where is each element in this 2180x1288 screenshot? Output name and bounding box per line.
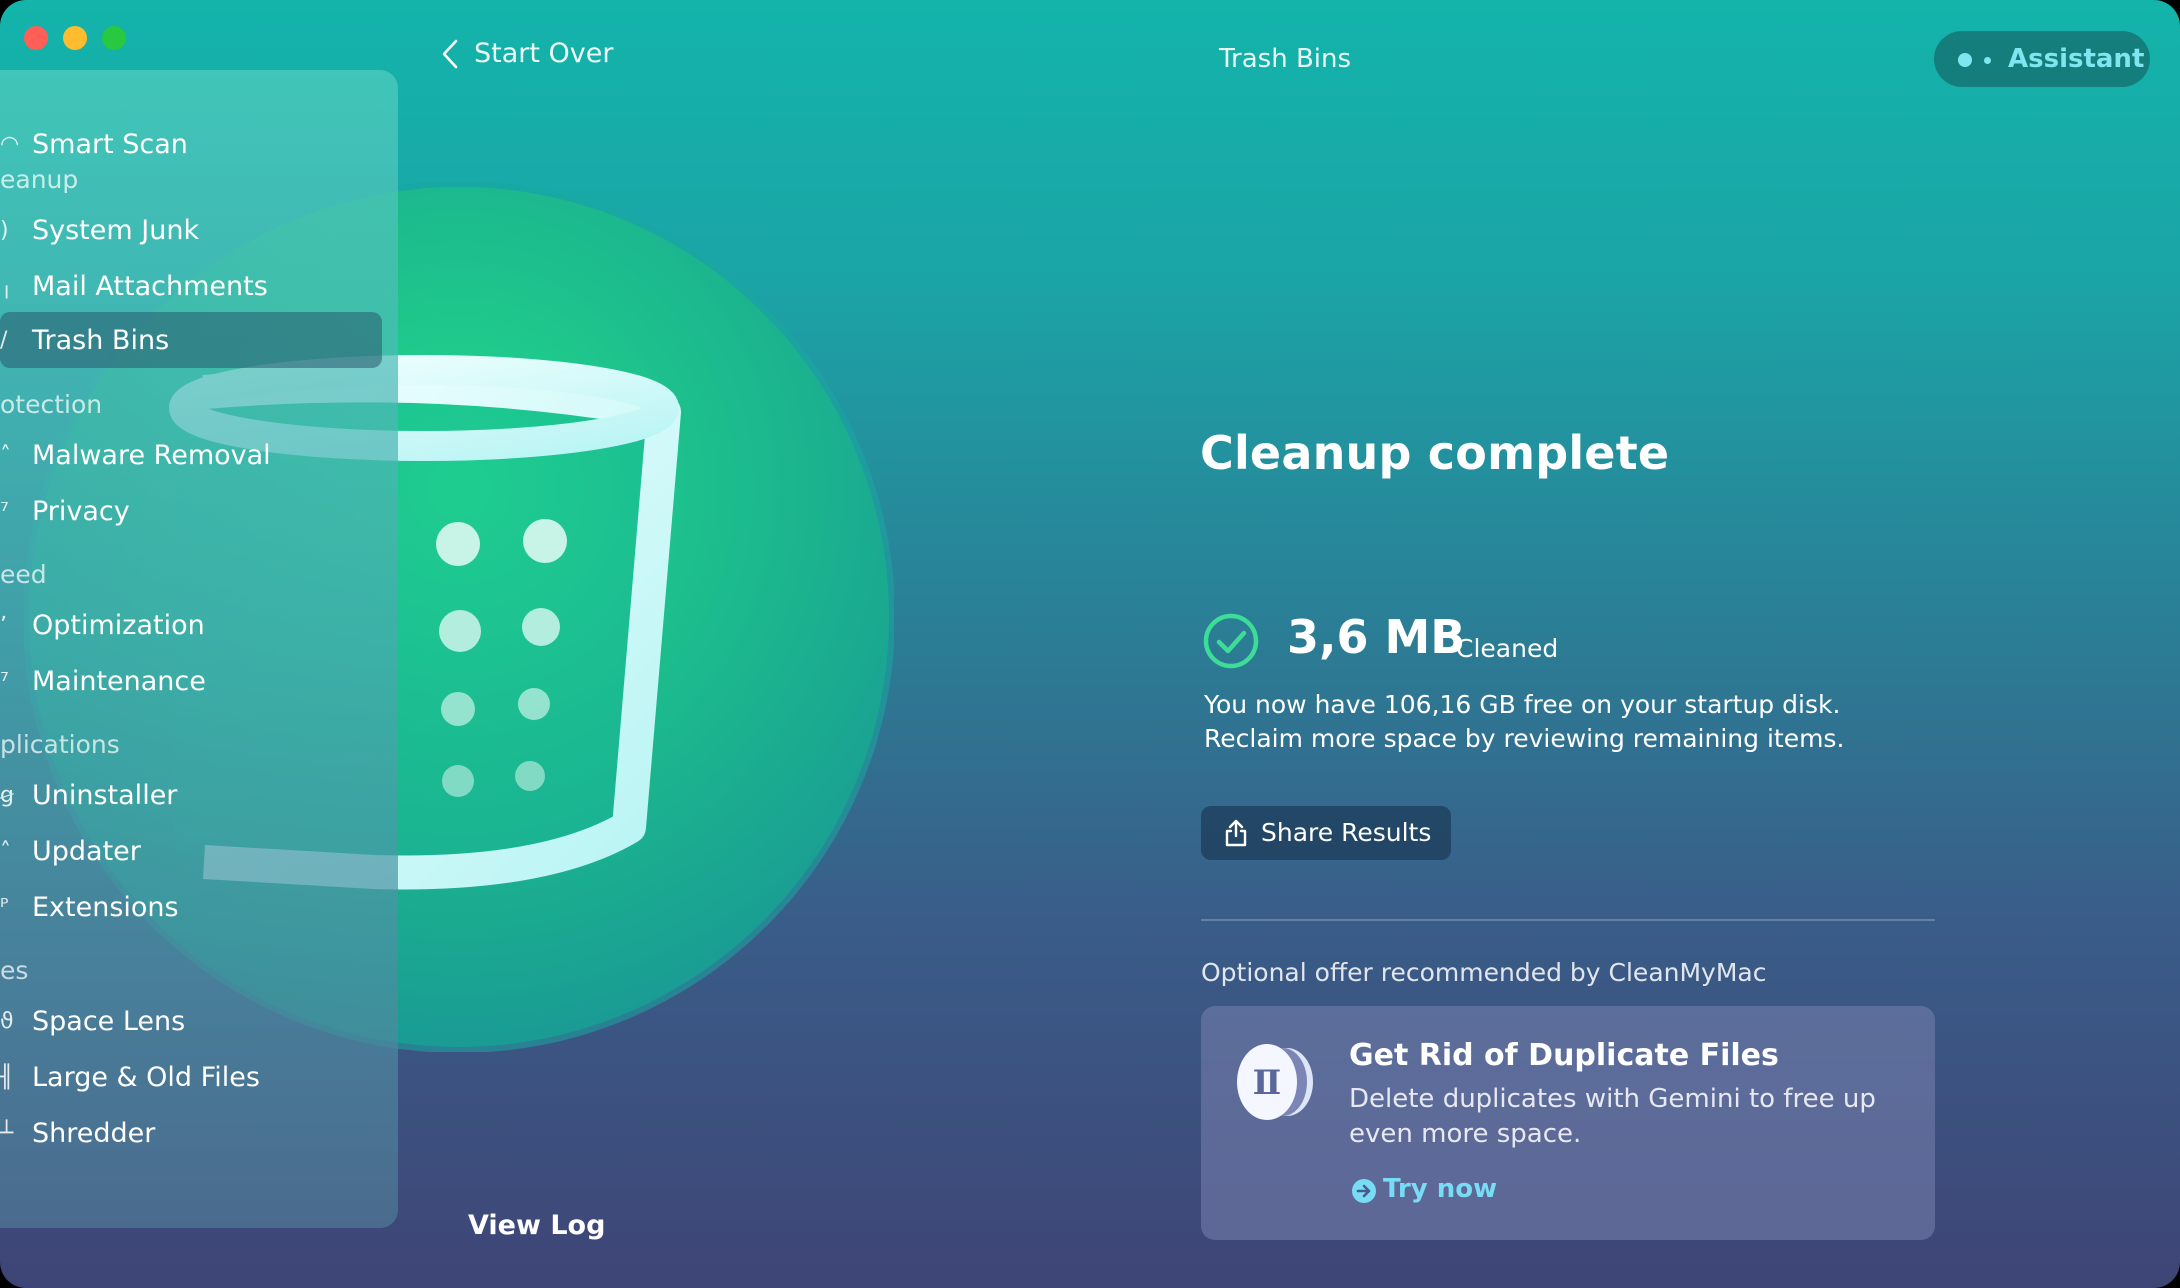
sidebar-item-shredder[interactable]: ┴ Shredder [0, 1105, 382, 1161]
app-window: ◠ Smart Scan eanup ) System Junk ╷ Mail … [0, 0, 2180, 1288]
offer-desc-line-2: even more space. [1349, 1119, 1582, 1149]
offer-desc-line-1: Delete duplicates with Gemini to free up [1349, 1084, 1876, 1114]
arrow-circle-right-icon [1352, 1179, 1376, 1203]
window-controls [24, 26, 126, 50]
assistant-label: Assistant [2008, 44, 2145, 74]
start-over-label: Start Over [474, 38, 614, 69]
zoom-window-button[interactable] [102, 26, 126, 50]
check-circle-icon [1203, 613, 1259, 669]
cleanup-complete-heading: Cleanup complete [1200, 426, 1670, 480]
svg-text:Ⅱ: Ⅱ [1253, 1063, 1282, 1103]
sidebar-item-updater[interactable]: ˄ Updater [0, 823, 382, 879]
offer-card: Ⅱ Get Rid of Duplicate Files Delete dupl… [1201, 1006, 1935, 1240]
chevron-left-icon [442, 39, 458, 68]
result-description: You now have 106,16 GB free on your star… [1204, 688, 1924, 756]
optimization-icon: ʼ [0, 612, 7, 638]
sidebar-item-trash-bins[interactable]: / Trash Bins [0, 312, 382, 368]
sidebar-section-applications: plications [0, 730, 120, 759]
offer-description: Delete duplicates with Gemini to free up… [1349, 1082, 1889, 1152]
sidebar-item-smart-scan[interactable]: ◠ Smart Scan [0, 116, 382, 172]
sidebar-item-extensions[interactable]: ᴾ Extensions [0, 879, 382, 935]
maintenance-icon: ⁷ [0, 668, 9, 694]
updater-icon: ˄ [0, 838, 11, 864]
sidebar: ◠ Smart Scan eanup ) System Junk ╷ Mail … [0, 70, 398, 1228]
sidebar-item-privacy[interactable]: ⁷ Privacy [0, 483, 382, 539]
uninstaller-icon: ꞡ [0, 782, 14, 808]
sidebar-item-space-lens[interactable]: ϑ Space Lens [0, 993, 382, 1049]
sidebar-section-speed: eed [0, 560, 47, 589]
sidebar-item-system-junk[interactable]: ) System Junk [0, 202, 382, 258]
sidebar-item-large-old-files[interactable]: ╢ Large & Old Files [0, 1049, 382, 1105]
assistant-button[interactable]: Assistant [1934, 31, 2150, 87]
cleaned-label: Cleaned [1456, 634, 1559, 663]
large-old-files-icon: ╢ [0, 1064, 14, 1090]
sidebar-item-optimization[interactable]: ʼ Optimization [0, 597, 382, 653]
cleaned-size-value: 3,6 MB [1287, 610, 1466, 664]
close-window-button[interactable] [24, 26, 48, 50]
privacy-icon: ⁷ [0, 498, 9, 524]
sidebar-section-cleanup: eanup [0, 165, 79, 194]
space-lens-icon: ϑ [0, 1008, 14, 1034]
page-title: Trash Bins [1218, 44, 1352, 74]
gemini-icon: Ⅱ [1237, 1044, 1313, 1120]
offer-title: Get Rid of Duplicate Files [1349, 1038, 1779, 1073]
sidebar-section-files: es [0, 956, 29, 985]
sidebar-item-uninstaller[interactable]: ꞡ Uninstaller [0, 767, 382, 823]
sidebar-item-mail-attachments[interactable]: ╷ Mail Attachments [0, 258, 382, 314]
sidebar-section-protection: otection [0, 390, 103, 419]
free-space-text: You now have 106,16 GB free on your star… [1204, 690, 1841, 719]
smart-scan-icon: ◠ [0, 131, 20, 157]
reclaim-text: Reclaim more space by reviewing remainin… [1204, 724, 1845, 753]
malware-removal-icon: ˄ [0, 442, 11, 468]
sidebar-item-maintenance[interactable]: ⁷ Maintenance [0, 653, 382, 709]
system-junk-icon: ) [0, 217, 9, 243]
trash-bins-icon: / [0, 327, 8, 353]
extensions-icon: ᴾ [0, 894, 9, 920]
view-log-button[interactable]: View Log [468, 1210, 605, 1241]
mail-attachments-icon: ╷ [0, 273, 14, 299]
start-over-button[interactable]: Start Over [442, 38, 613, 69]
share-results-button[interactable]: Share Results [1201, 806, 1451, 860]
share-results-label: Share Results [1261, 818, 1432, 847]
try-now-label: Try now [1383, 1174, 1498, 1204]
sidebar-item-malware-removal[interactable]: ˄ Malware Removal [0, 427, 382, 483]
divider [1201, 919, 1935, 921]
offer-caption: Optional offer recommended by CleanMyMac [1201, 958, 1767, 987]
share-icon [1225, 819, 1247, 847]
minimize-window-button[interactable] [63, 26, 87, 50]
shredder-icon: ┴ [0, 1120, 14, 1146]
